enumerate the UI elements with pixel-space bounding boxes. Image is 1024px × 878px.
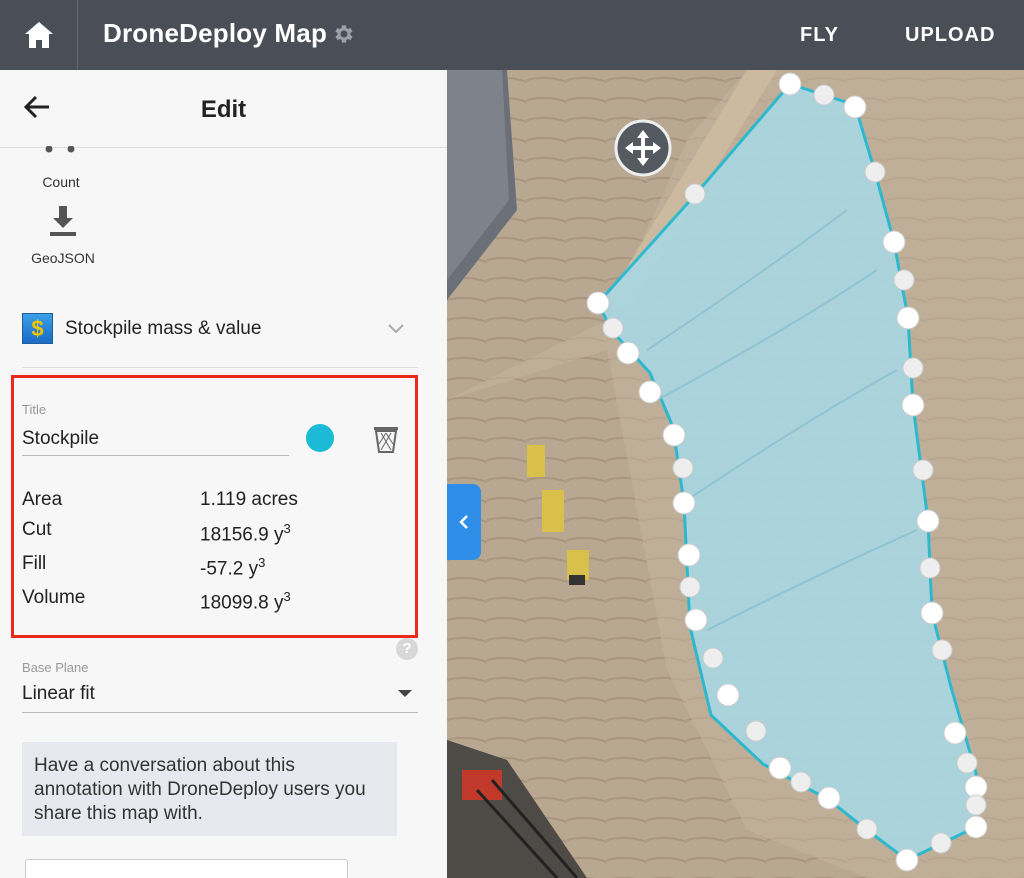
cut-value: 18156.9 y3 (200, 521, 291, 546)
comment-input[interactable] (25, 859, 348, 878)
map-canvas (447, 70, 1024, 878)
help-icon[interactable]: ? (396, 638, 418, 660)
volume-value: 18099.8 y3 (200, 589, 291, 614)
edit-header: Edit (0, 70, 447, 148)
stockpile-section-label: Stockpile mass & value (65, 318, 262, 339)
fill-label: Fill (22, 553, 47, 574)
fill-value: -57.2 y3 (200, 555, 266, 580)
page-title: Edit (200, 96, 247, 123)
fly-button[interactable]: FLY (800, 24, 839, 47)
chevron-left-icon (459, 515, 468, 529)
cut-label: Cut (22, 519, 52, 540)
base-plane-label: Base Plane (22, 660, 89, 675)
collapse-sidebar-button[interactable] (447, 484, 481, 560)
upload-button[interactable]: UPLOAD (905, 24, 995, 47)
base-plane-select[interactable]: Linear fit (22, 675, 418, 713)
geojson-label: GeoJSON (31, 250, 95, 266)
dollar-icon: $ (22, 313, 53, 344)
edit-sidebar: Edit Count GeoJSON $ Stockpile mass & va… (0, 70, 447, 878)
base-plane-value: Linear fit (22, 683, 95, 704)
chevron-down-icon[interactable] (386, 318, 406, 338)
title-field[interactable] (22, 422, 289, 456)
home-button[interactable] (0, 0, 78, 70)
area-value: 1.119 acres (200, 489, 298, 510)
top-bar: DroneDeploy Map FLY UPLOAD (0, 0, 1024, 70)
gear-icon[interactable] (332, 22, 356, 46)
stockpile-mass-value-section[interactable]: $ Stockpile mass & value (22, 310, 418, 368)
count-label: Count (42, 174, 80, 190)
annotation-color-picker[interactable] (306, 424, 334, 452)
volume-label: Volume (22, 587, 86, 608)
conversation-prompt: Have a conversation about this annotatio… (22, 742, 397, 836)
home-icon (24, 22, 53, 48)
move-icon[interactable] (614, 119, 672, 177)
area-label: Area (22, 489, 63, 510)
aerial-map[interactable] (447, 70, 1024, 878)
app-title: DroneDeploy Map (103, 18, 328, 48)
title-field-label: Title (22, 402, 47, 417)
download-icon (50, 206, 76, 236)
count-icon (45, 146, 75, 153)
trash-icon[interactable] (372, 424, 400, 454)
caret-down-icon (398, 690, 412, 697)
